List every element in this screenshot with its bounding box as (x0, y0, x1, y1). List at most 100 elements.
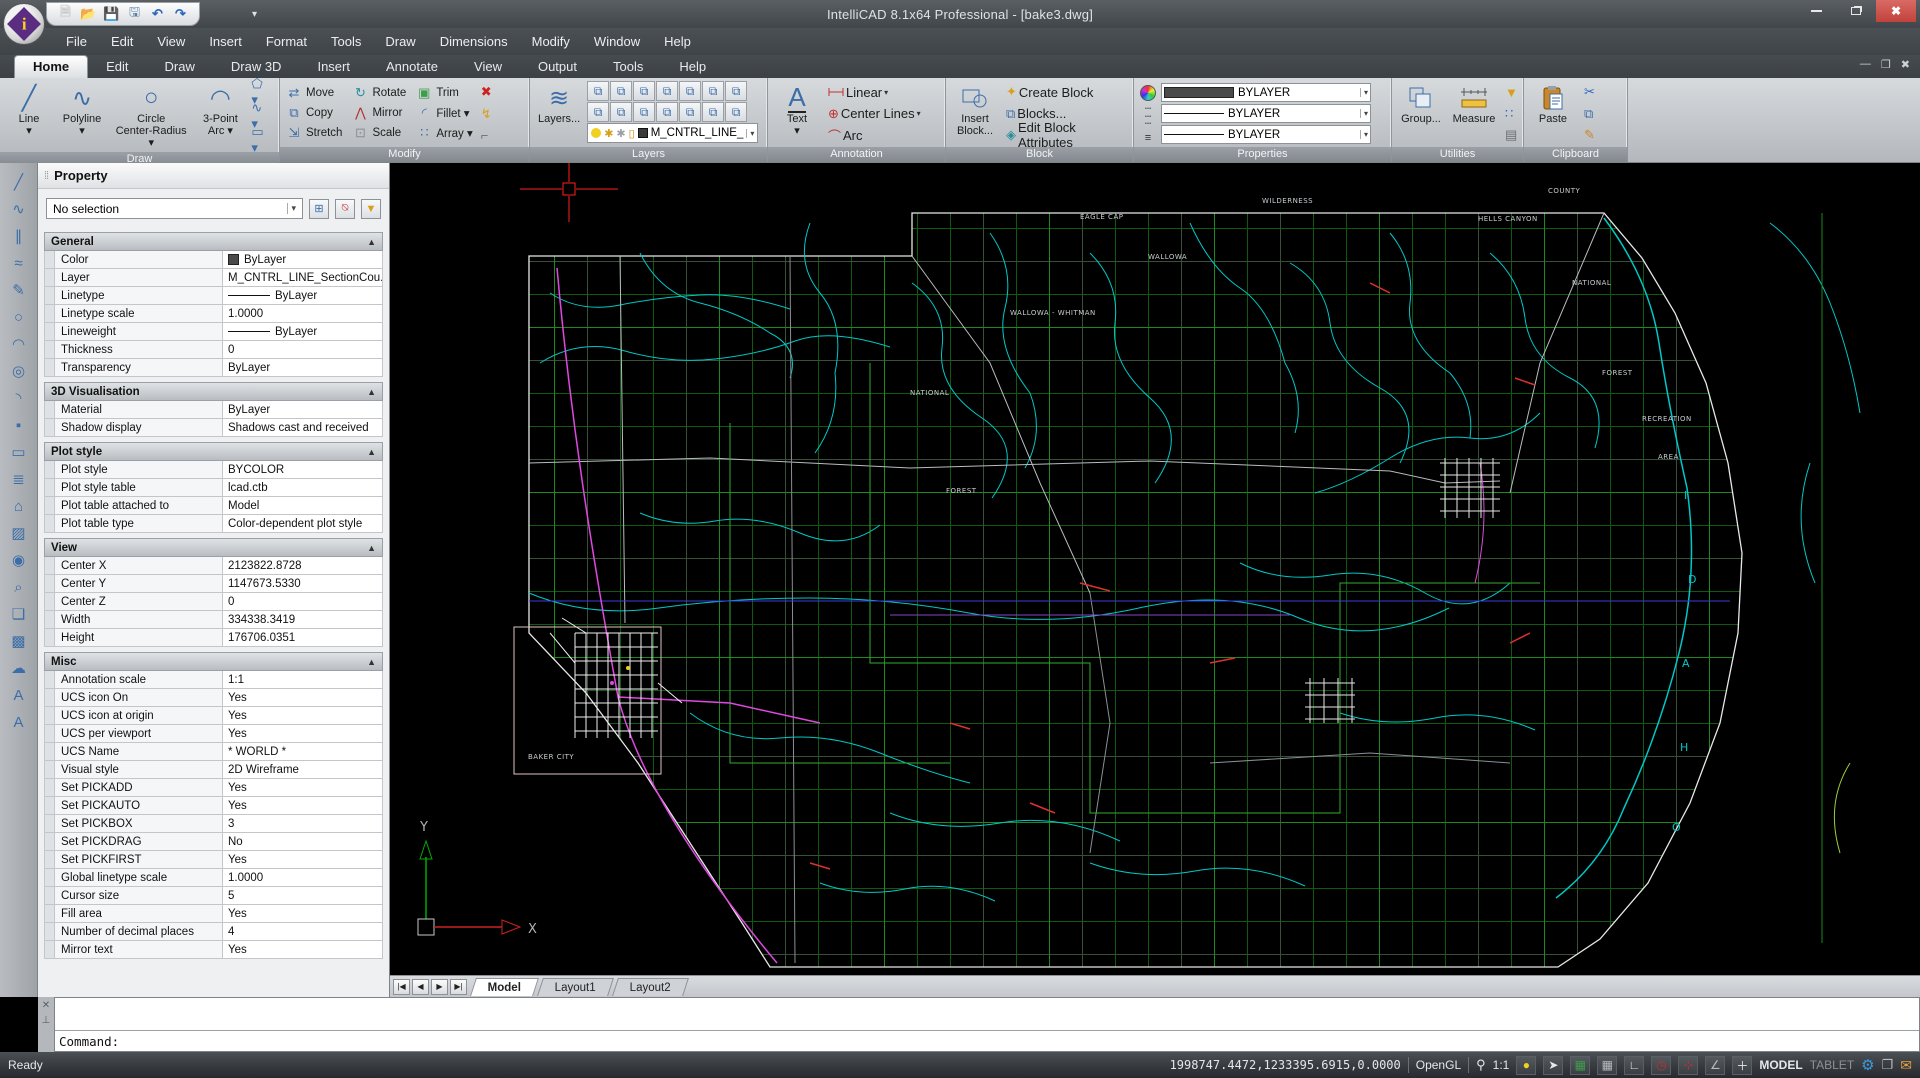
line-button[interactable]: ╱Line ▾ (4, 81, 54, 151)
property-value[interactable]: Yes (223, 797, 382, 814)
menu-window[interactable]: Window (584, 30, 650, 53)
coordinate-readout[interactable]: 1998747.4472,1233395.6915,0.0000 (1170, 1058, 1401, 1072)
point-tool[interactable]: ▪ (5, 412, 33, 438)
layer-properties-icon[interactable]: ⧉ (587, 81, 609, 101)
next-tab-button[interactable]: ▶ (431, 979, 448, 995)
copy-clip-icon[interactable]: ⧉ (1581, 105, 1598, 123)
leader-tool[interactable]: ⌕ (5, 574, 33, 600)
quick-group-icon[interactable]: ∷ (1502, 105, 1521, 123)
three-point-arc-button[interactable]: ◠3-Point Arc ▾ (195, 81, 245, 151)
layout-tab-layout2[interactable]: Layout2 (612, 978, 689, 996)
property-value[interactable]: 2123822.8728 (223, 557, 382, 574)
layer-freeze-icon[interactable]: ⧉ (702, 81, 724, 101)
selection-dropdown[interactable]: No selection ▾ (46, 198, 303, 219)
menu-draw[interactable]: Draw (375, 30, 425, 53)
property-value[interactable]: Yes (223, 779, 382, 796)
layer-lock-icon[interactable]: ⧉ (656, 81, 678, 101)
linear-dimension-button[interactable]: Linear▾ (825, 83, 941, 101)
collapse-arrow-icon[interactable]: ▲ (367, 657, 376, 667)
property-value[interactable]: 3 (223, 815, 382, 832)
rectangle-button[interactable]: ▭ ▾ (248, 131, 275, 149)
paste-button[interactable]: Paste (1528, 81, 1578, 146)
command-input[interactable]: Command: (55, 1031, 1919, 1051)
polyline-tool[interactable]: ∿ (5, 196, 33, 222)
property-value[interactable]: M_CNTRL_LINE_SectionCou... (223, 269, 382, 286)
property-value[interactable]: lcad.ctb (223, 479, 382, 496)
annotation-person-icon[interactable]: ⚲ (1476, 1057, 1486, 1073)
autoscale-icon[interactable]: ➤ (1543, 1056, 1563, 1075)
property-value[interactable]: No (223, 833, 382, 850)
polygon-tool[interactable]: ⌂ (5, 493, 33, 519)
settings-gear-icon[interactable]: ⚙ (1861, 1056, 1874, 1074)
layers-button[interactable]: ≋ Layers... (534, 81, 584, 146)
property-value[interactable]: Yes (223, 941, 382, 958)
annotation-visibility-icon[interactable]: ● (1516, 1056, 1536, 1075)
ribbon-tab-annotate[interactable]: Annotate (368, 56, 456, 78)
section-header-3d-visualisation[interactable]: 3D Visualisation▲ (44, 382, 383, 401)
layer-on-icon[interactable]: ⧉ (679, 81, 701, 101)
double-line-tool[interactable]: ∥ (5, 223, 33, 249)
quick-select-button[interactable]: ▼ (361, 199, 381, 219)
layer-isolate-icon[interactable]: ⧉ (725, 81, 747, 101)
delete-icon[interactable]: ✖ (478, 83, 495, 101)
cut-icon[interactable]: ✂ (1581, 83, 1598, 101)
text-button[interactable]: A Text ▾ (772, 81, 822, 146)
layer-thaw-icon[interactable]: ⧉ (679, 102, 701, 122)
layer-state-icon[interactable]: ⧉ (702, 102, 724, 122)
property-value[interactable]: 1.0000 (223, 869, 382, 886)
menu-view[interactable]: View (147, 30, 195, 53)
menu-edit[interactable]: Edit (101, 30, 143, 53)
menu-dimensions[interactable]: Dimensions (430, 30, 518, 53)
explode-icon[interactable]: ↯ (478, 105, 495, 123)
layout-tab-layout1[interactable]: Layout1 (537, 978, 614, 996)
menu-help[interactable]: Help (654, 30, 701, 53)
property-value[interactable]: * WORLD * (223, 743, 382, 760)
restore-button[interactable] (1836, 0, 1876, 22)
property-value[interactable]: Yes (223, 905, 382, 922)
hatch-tool[interactable]: ▩ (5, 628, 33, 654)
menu-tools[interactable]: Tools (321, 30, 371, 53)
circle-center-radius-button[interactable]: ○Circle Center-Radius ▾ (110, 81, 192, 151)
minimize-button[interactable] (1796, 0, 1836, 22)
ortho-icon[interactable]: ∟ (1624, 1056, 1644, 1075)
layer-previous-icon[interactable]: ⧉ (633, 81, 655, 101)
property-value[interactable]: ByLayer (223, 287, 382, 304)
text-tool[interactable]: A (5, 682, 33, 708)
join-icon[interactable]: ⌐ (478, 126, 495, 144)
property-value[interactable]: BYCOLOR (223, 461, 382, 478)
block-tool[interactable]: ❏ (5, 601, 33, 627)
ribbon-tab-view[interactable]: View (456, 56, 520, 78)
clean-screen-icon[interactable]: ❐ (1882, 1057, 1894, 1073)
color-wheel-icon[interactable] (1140, 85, 1156, 101)
menu-modify[interactable]: Modify (522, 30, 580, 53)
doc-minimize-icon[interactable]: — (1860, 58, 1871, 71)
command-pin-icon[interactable]: ⊥ (42, 1015, 51, 1026)
polygon-button[interactable]: ⬠ ▾ (248, 83, 275, 101)
boundary-tool[interactable]: ▨ (5, 520, 33, 546)
group-button[interactable]: Group... (1396, 81, 1446, 146)
lineweight-icon[interactable]: ≡ (1145, 135, 1151, 143)
layer-combo-arrow-icon[interactable]: ▾ (746, 129, 754, 138)
doc-restore-icon[interactable]: ❐ (1881, 58, 1891, 71)
cloud-tool[interactable]: ☁ (5, 655, 33, 681)
property-value[interactable]: Shadows cast and received (223, 419, 382, 436)
property-value[interactable]: 176706.0351 (223, 629, 382, 646)
ribbon-tab-draw-3d[interactable]: Draw 3D (213, 56, 300, 78)
spline-tool[interactable]: ≈ (5, 250, 33, 276)
property-value[interactable]: 1:1 (223, 671, 382, 688)
rectangle-tool[interactable]: ▭ (5, 439, 33, 465)
command-history[interactable] (55, 998, 1919, 1031)
property-value[interactable]: ByLayer (223, 359, 382, 376)
property-value[interactable]: ByLayer (223, 251, 382, 268)
property-value[interactable]: 1147673.5330 (223, 575, 382, 592)
arc-dimension-button[interactable]: ⌒ Arc (825, 126, 941, 144)
ribbon-tab-tools[interactable]: Tools (595, 56, 661, 78)
filter-icon[interactable]: ▼ (1502, 83, 1521, 101)
measure-button[interactable]: Measure (1449, 81, 1499, 146)
linetype-icon[interactable]: ┄┄┄ (1145, 106, 1152, 129)
tablet-toggle[interactable]: TABLET (1810, 1058, 1854, 1072)
layer-match-icon[interactable]: ⧉ (587, 102, 609, 122)
section-header-general[interactable]: General▲ (44, 232, 383, 251)
elliptical-arc-tool[interactable]: ◝ (5, 385, 33, 411)
collapse-arrow-icon[interactable]: ▲ (367, 387, 376, 397)
